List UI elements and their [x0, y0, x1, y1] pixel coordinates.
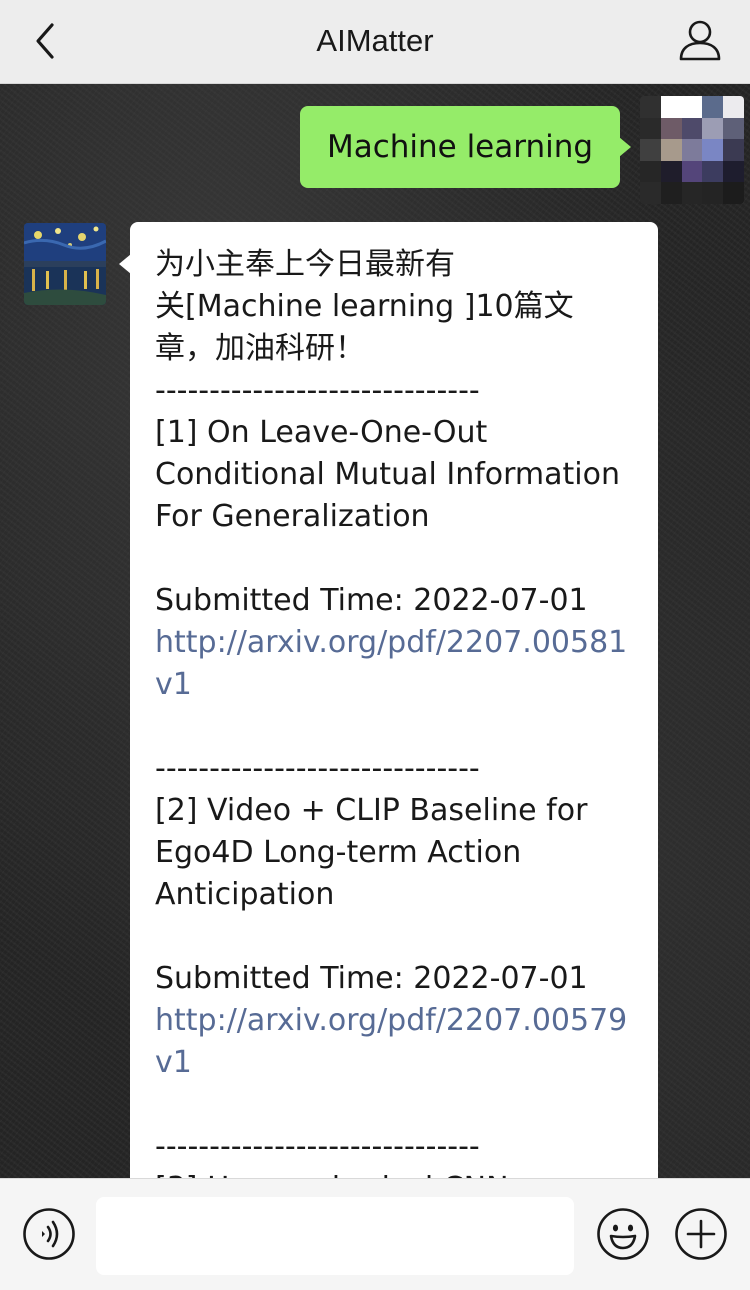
voice-button[interactable]: [22, 1207, 76, 1261]
paper-title-line: Conditional Mutual Information: [155, 457, 620, 492]
chat-area[interactable]: Machine learning 为小主奉上今日最新有 关[Machine le…: [0, 84, 750, 1178]
plus-icon: [675, 1208, 727, 1260]
paper-link[interactable]: v1: [155, 1042, 638, 1084]
starry-night-avatar-image: [24, 223, 106, 305]
paper-link[interactable]: v1: [155, 664, 638, 706]
submitted-time: Submitted Time: 2022-07-01: [155, 961, 588, 996]
outgoing-message-bubble[interactable]: Machine learning: [300, 106, 631, 188]
message-input[interactable]: [96, 1197, 574, 1275]
separator-line: ------------------------------: [155, 373, 480, 408]
profile-button[interactable]: [674, 14, 726, 66]
paper-title-line: [2] Video + CLIP Baseline for: [155, 793, 588, 828]
paper-title-line: Anticipation: [155, 877, 335, 912]
chat-header: AIMatter: [0, 0, 750, 84]
back-button[interactable]: [20, 16, 70, 66]
paper-link[interactable]: http://arxiv.org/pdf/2207.00579: [155, 1000, 638, 1042]
user-avatar[interactable]: [640, 96, 744, 204]
paper-title-line: [3] Hyperspherical CNN...: [155, 1168, 638, 1178]
emoji-button[interactable]: [596, 1207, 650, 1261]
outgoing-message-text: Machine learning: [326, 129, 594, 165]
person-icon: [679, 20, 721, 61]
chat-title: AIMatter: [316, 23, 434, 58]
paper-title-line: Ego4D Long-term Action: [155, 835, 522, 870]
paper-link[interactable]: http://arxiv.org/pdf/2207.00581: [155, 622, 638, 664]
emoji-icon: [597, 1208, 649, 1260]
bot-avatar[interactable]: [24, 223, 106, 305]
chevron-left-icon: [36, 23, 54, 59]
message-line: 为小主奉上今日最新有: [155, 247, 455, 282]
more-button[interactable]: [674, 1207, 728, 1261]
separator-line: ------------------------------: [155, 751, 480, 786]
message-line: 章，加油科研！: [155, 331, 365, 366]
message-line: 关[Machine learning ]10篇文: [155, 289, 574, 324]
paper-title-line: For Generalization: [155, 499, 430, 534]
submitted-time: Submitted Time: 2022-07-01: [155, 583, 588, 618]
input-bar: [0, 1178, 750, 1290]
paper-title-line: [1] On Leave-One-Out: [155, 415, 488, 450]
separator-line: ------------------------------: [155, 1129, 480, 1164]
voice-icon: [23, 1208, 75, 1260]
incoming-message-bubble[interactable]: 为小主奉上今日最新有 关[Machine learning ]10篇文 章，加油…: [119, 222, 658, 1178]
